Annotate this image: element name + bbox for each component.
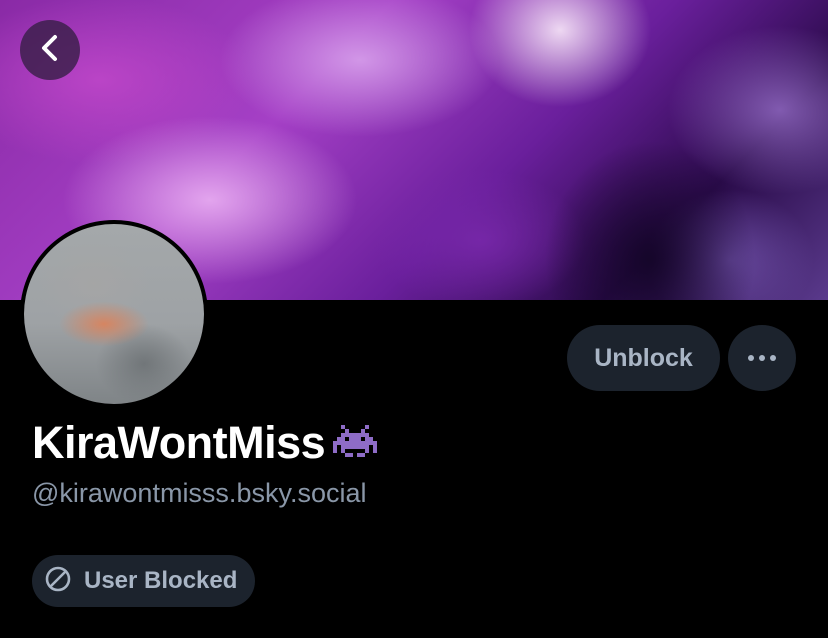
- profile-page: Unblock KiraWontMiss @kirawontmisss.bsky…: [0, 0, 828, 638]
- user-blocked-label: User Blocked: [84, 567, 238, 594]
- back-button[interactable]: [20, 20, 80, 80]
- unblock-button-label: Unblock: [594, 343, 693, 372]
- profile-handle: @kirawontmisss.bsky.social: [32, 478, 367, 508]
- alien-monster-emoji-icon: [333, 425, 378, 461]
- chevron-left-icon: [39, 34, 61, 67]
- ellipsis-icon: [747, 349, 777, 367]
- display-name-row: KiraWontMiss: [32, 413, 378, 473]
- block-icon: [44, 565, 72, 598]
- user-blocked-badge: User Blocked: [32, 555, 256, 607]
- avatar[interactable]: [24, 224, 204, 404]
- unblock-button[interactable]: Unblock: [567, 325, 720, 391]
- more-options-button[interactable]: [728, 325, 796, 391]
- display-name: KiraWontMiss: [32, 417, 326, 468]
